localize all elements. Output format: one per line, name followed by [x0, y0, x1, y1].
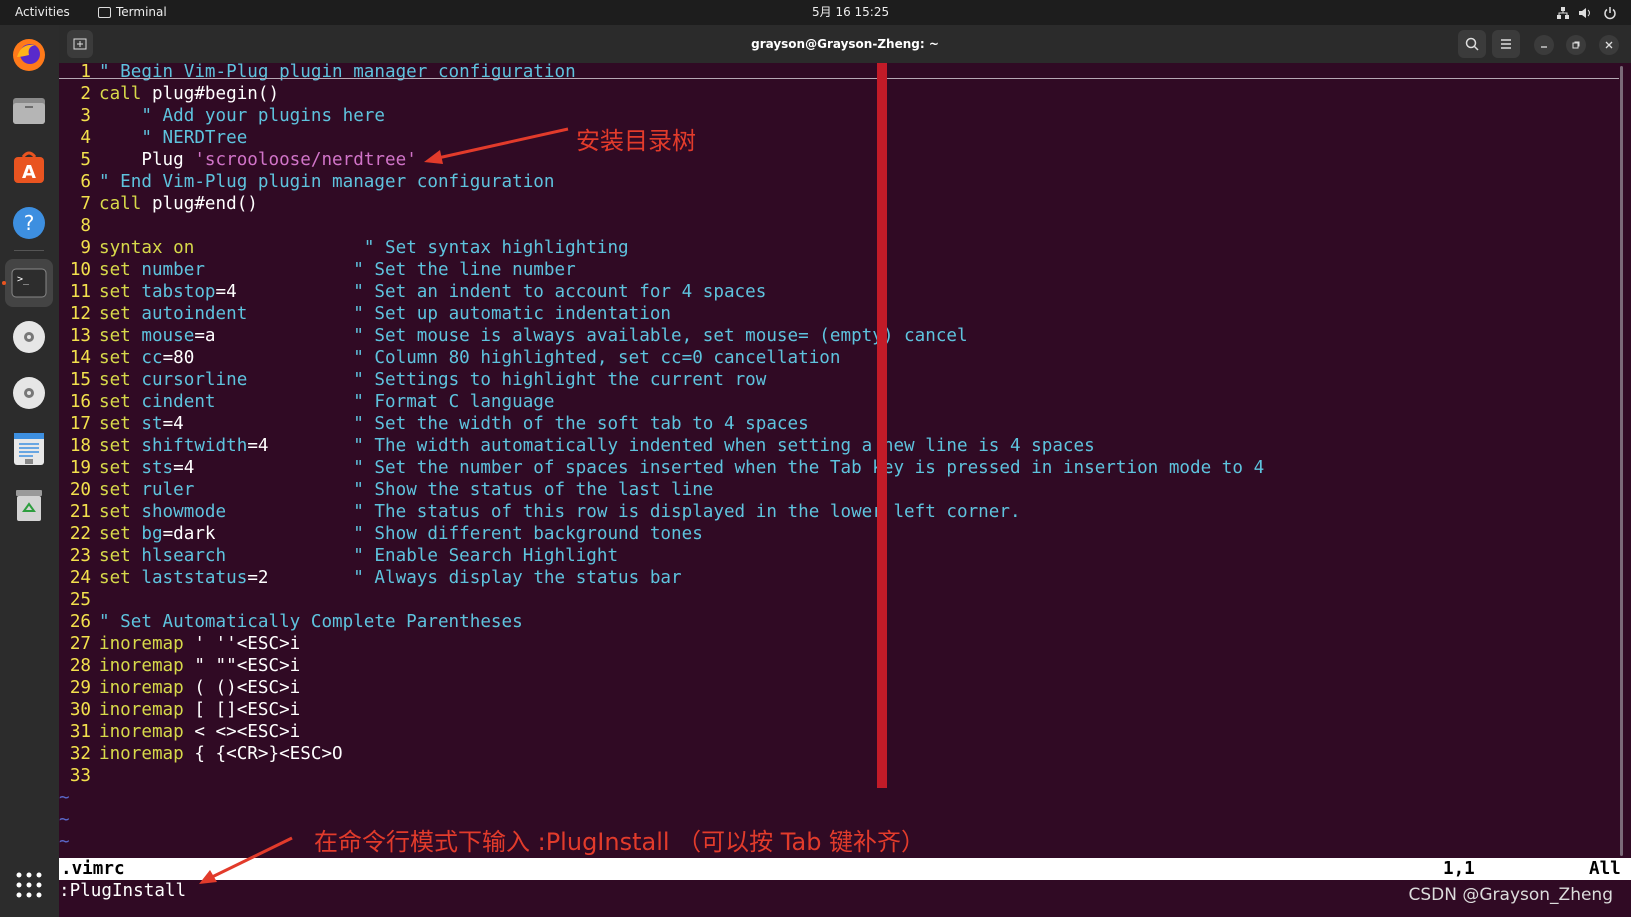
annotation-pluginstall-hint: 在命令行模式下输入 :PlugInstall （可以按 Tab 键补齐） — [314, 828, 926, 856]
arrow-to-cmdline — [199, 836, 293, 884]
annotation-install-tree: 安装目录树 — [576, 127, 696, 155]
arrow-to-plug-line — [424, 127, 569, 164]
watermark: CSDN @Grayson_Zheng — [1408, 885, 1614, 905]
annotation-arrows — [199, 127, 569, 884]
